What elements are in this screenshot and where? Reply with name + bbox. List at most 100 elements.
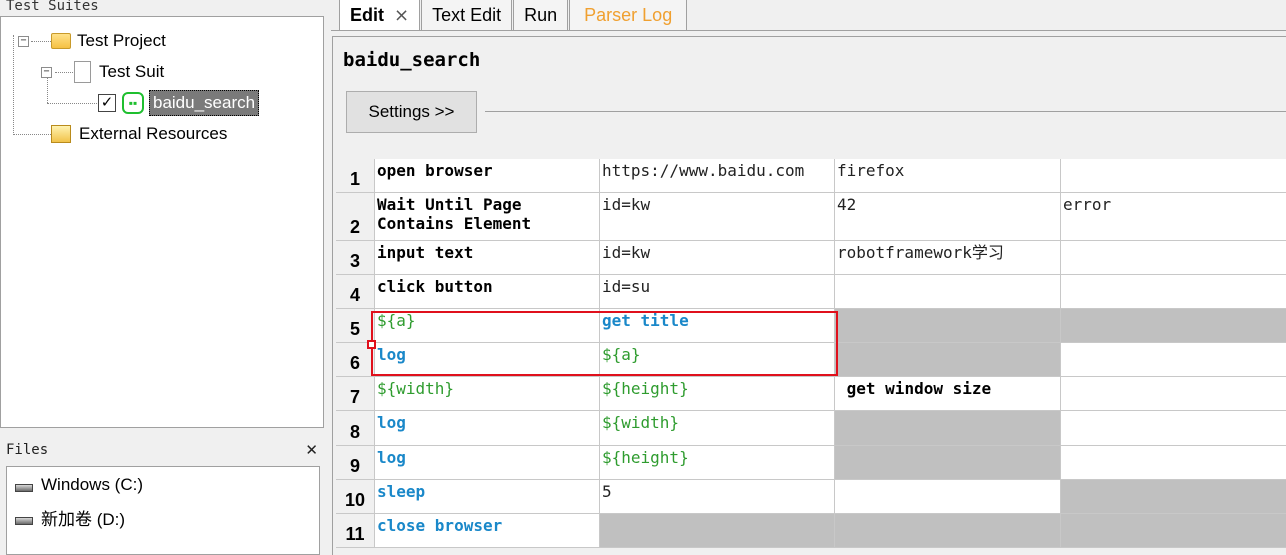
grid-cell[interactable]: sleep: [375, 480, 600, 514]
grid-cell[interactable]: 5: [600, 480, 835, 514]
tree-item-external-resources[interactable]: External Resources: [51, 120, 227, 148]
row-number[interactable]: 9: [336, 446, 375, 480]
tree-connector: [47, 103, 97, 104]
grid-cell[interactable]: get window size: [835, 377, 1061, 411]
tab-bar: Edit ⨯ Text Edit Run Parser Log: [331, 0, 1286, 31]
tree-item-suite[interactable]: − Test Suit: [41, 58, 164, 86]
grid-row[interactable]: 7 ${width} ${height} get window size: [336, 377, 1286, 411]
grid-row[interactable]: 10 sleep 5: [336, 480, 1286, 514]
grid-cell[interactable]: ${height}: [600, 446, 835, 480]
grid-row[interactable]: 6 log ${a}: [336, 343, 1286, 377]
row-number[interactable]: 8: [336, 411, 375, 446]
grid-cell[interactable]: id=kw: [600, 241, 835, 275]
row-number[interactable]: 3: [336, 241, 375, 275]
grid-row[interactable]: 8 log ${width}: [336, 411, 1286, 446]
grid-row[interactable]: 11 close browser: [336, 514, 1286, 548]
grid-row[interactable]: 2 Wait Until Page Contains Element id=kw 42…: [336, 193, 1286, 241]
grid-cell[interactable]: ${width}: [600, 411, 835, 446]
grid-cell[interactable]: [1061, 377, 1286, 411]
tree-item-label: baidu_search: [149, 90, 260, 116]
grid-cell[interactable]: [1061, 446, 1286, 480]
grid-cell[interactable]: Wait Until Page Contains Element: [375, 193, 600, 241]
grid-row[interactable]: 9 log ${height}: [336, 446, 1286, 480]
grid-cell[interactable]: [1061, 411, 1286, 446]
grid-row[interactable]: 5 ${a} get title: [336, 309, 1286, 343]
tree-connector: [13, 134, 51, 135]
grid-cell[interactable]: ${a}: [375, 309, 600, 343]
row-number[interactable]: 4: [336, 275, 375, 309]
row-number[interactable]: 11: [336, 514, 375, 548]
row-number[interactable]: 7: [336, 377, 375, 411]
grid-cell[interactable]: [1061, 159, 1286, 193]
drive-label: 新加卷 (D:): [41, 510, 126, 529]
grid-cell[interactable]: open browser: [375, 159, 600, 193]
grid-cell[interactable]: robotframework学习: [835, 241, 1061, 275]
grid-cell[interactable]: [1061, 241, 1286, 275]
grid-cell[interactable]: ${height}: [600, 377, 835, 411]
grid-cell[interactable]: input text: [375, 241, 600, 275]
grid-cell[interactable]: [835, 343, 1061, 377]
tree-item-testcase[interactable]: ✓ ▪▪ baidu_search: [98, 89, 260, 117]
tree-connector: [13, 35, 14, 135]
files-title: Files: [6, 442, 49, 458]
tab-run[interactable]: Run: [513, 0, 569, 30]
grid-cell[interactable]: [1061, 514, 1286, 548]
grid-cell[interactable]: id=kw: [600, 193, 835, 241]
test-suites-header: Test Suites: [6, 0, 99, 14]
grid-cell[interactable]: [1061, 343, 1286, 377]
grid-cell[interactable]: https://www.baidu.com: [600, 159, 835, 193]
grid-row[interactable]: 1 open browser https://www.baidu.com firefo…: [336, 159, 1286, 193]
tab-text-edit[interactable]: Text Edit: [421, 0, 513, 30]
grid-cell[interactable]: [835, 275, 1061, 309]
close-icon[interactable]: ⨯: [394, 5, 409, 26]
grid-cell[interactable]: [835, 446, 1061, 480]
grid-cell[interactable]: error: [1061, 193, 1286, 241]
tree-item-label: External Resources: [79, 124, 228, 143]
close-icon[interactable]: ✕: [305, 441, 318, 459]
drive-item[interactable]: Windows (C:): [15, 475, 143, 495]
row-number[interactable]: 2: [336, 193, 375, 241]
settings-button[interactable]: Settings >>: [346, 91, 477, 133]
test-steps-grid[interactable]: 1 open browser https://www.baidu.com firefo…: [336, 159, 1286, 555]
tab-parser-log[interactable]: Parser Log: [569, 0, 688, 30]
drive-item[interactable]: 新加卷 (D:): [15, 505, 125, 530]
suite-tree[interactable]: − Test Project − Test Suit ✓ ▪▪ baidu_se…: [0, 16, 324, 428]
grid-cell[interactable]: ${a}: [600, 343, 835, 377]
collapse-icon[interactable]: −: [41, 66, 52, 78]
tree-item-project[interactable]: − Test Project: [18, 27, 166, 55]
files-panel-header: Files ✕: [0, 437, 324, 463]
row-number[interactable]: 5: [336, 309, 375, 343]
tab-edit[interactable]: Edit ⨯: [339, 0, 421, 30]
grid-cell[interactable]: id=su: [600, 275, 835, 309]
grid-cell[interactable]: [1061, 480, 1286, 514]
grid-row[interactable]: 3 input text id=kw robotframework学习: [336, 241, 1286, 275]
grid-cell[interactable]: [600, 514, 835, 548]
grid-cell[interactable]: log: [375, 343, 600, 377]
grid-cell[interactable]: log: [375, 411, 600, 446]
checkbox-checked-icon[interactable]: ✓: [98, 94, 116, 112]
external-resources-icon: [51, 125, 71, 143]
drive-label: Windows (C:): [41, 475, 144, 494]
tab-label: Edit: [350, 4, 384, 25]
grid-cell[interactable]: [835, 514, 1061, 548]
left-panel: Test Suites − Test Project − Test Suit ✓…: [0, 0, 325, 555]
grid-cell[interactable]: log: [375, 446, 600, 480]
grid-cell[interactable]: firefox: [835, 159, 1061, 193]
row-number[interactable]: 10: [336, 480, 375, 514]
grid-cell[interactable]: [835, 411, 1061, 446]
drive-icon: [15, 484, 33, 492]
grid-cell[interactable]: close browser: [375, 514, 600, 548]
resize-handle[interactable]: [367, 340, 376, 349]
grid-cell[interactable]: click button: [375, 275, 600, 309]
collapse-icon[interactable]: −: [18, 35, 29, 47]
grid-row[interactable]: 4 click button id=su: [336, 275, 1286, 309]
row-number[interactable]: 1: [336, 159, 375, 193]
grid-cell[interactable]: [1061, 309, 1286, 343]
grid-cell[interactable]: 42: [835, 193, 1061, 241]
grid-cell[interactable]: get title: [600, 309, 835, 343]
grid-cell[interactable]: [1061, 275, 1286, 309]
grid-cell[interactable]: [835, 309, 1061, 343]
grid-cell[interactable]: [835, 480, 1061, 514]
grid-cell[interactable]: ${width}: [375, 377, 600, 411]
page-title: baidu_search: [343, 49, 481, 71]
